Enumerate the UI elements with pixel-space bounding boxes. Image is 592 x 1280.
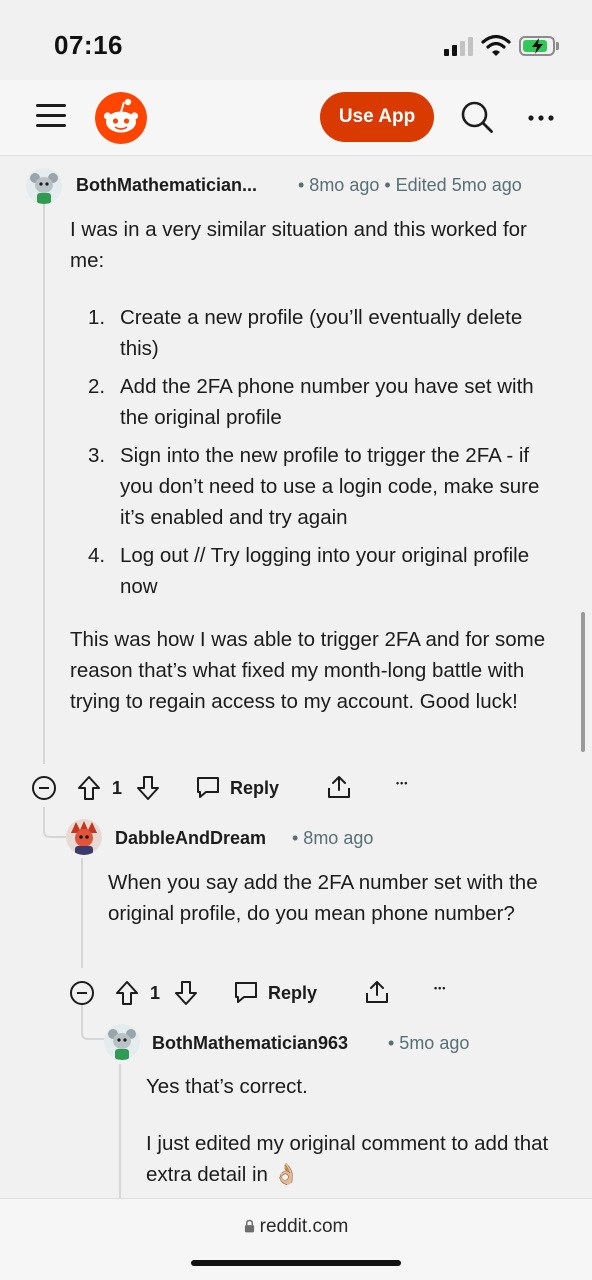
list-number: 2. xyxy=(88,375,106,398)
list-number: 3. xyxy=(88,444,106,467)
list-item: 4. Log out // Try logging into your origi… xyxy=(70,540,560,602)
comment-author[interactable]: DabbleAndDream xyxy=(115,828,266,849)
upvote-icon[interactable] xyxy=(77,775,101,801)
reply-icon[interactable] xyxy=(195,775,221,799)
user-avatar[interactable] xyxy=(104,1024,140,1060)
url-text: reddit.com xyxy=(259,1216,349,1237)
comment-meta: • 8mo ago xyxy=(292,828,374,848)
signal-icon xyxy=(444,36,476,56)
reply-button[interactable]: Reply xyxy=(268,983,317,1004)
vote-count: 1 xyxy=(112,778,123,798)
list-item: 1. Create a new profile (you’ll eventuall… xyxy=(70,302,560,364)
list-item: 2. Add the 2FA phone number you have set … xyxy=(70,371,560,433)
comment-body: When you say add the 2FA number set with… xyxy=(108,871,538,925)
comment-body: I just edited my original comment to add… xyxy=(146,1132,549,1186)
list-number: 1. xyxy=(88,306,106,329)
status-time: 07:16 xyxy=(54,30,123,60)
comment-meta: • 8mo ago • Edited 5mo ago xyxy=(298,175,522,195)
downvote-icon[interactable] xyxy=(174,980,198,1006)
collapse-icon[interactable] xyxy=(32,776,56,800)
lock-icon xyxy=(244,1219,254,1233)
comment-more-button[interactable]: ••• xyxy=(434,983,446,993)
comment-more-button[interactable]: ••• xyxy=(396,778,408,788)
url-bar[interactable]: reddit.com xyxy=(0,1216,592,1238)
use-app-button[interactable]: Use App xyxy=(320,92,434,142)
list-item-text: Log out // Try logging into your origina… xyxy=(120,544,530,598)
collapse-icon[interactable] xyxy=(70,981,94,1005)
comment-author[interactable]: BothMathematician... xyxy=(76,175,257,196)
thread-connector xyxy=(43,807,69,838)
thread-line[interactable] xyxy=(81,858,83,968)
comment-body: I was in a very similar situation and th… xyxy=(70,214,560,717)
comment-author[interactable]: BothMathematician963 xyxy=(152,1033,348,1054)
menu-icon[interactable] xyxy=(36,100,66,130)
steps-list: 1. Create a new profile (you’ll eventuall… xyxy=(70,302,560,602)
comment-intro: I was in a very similar situation and th… xyxy=(70,218,527,272)
user-avatar[interactable] xyxy=(26,168,62,204)
thread-connector xyxy=(81,1005,107,1040)
comment-outro: This was how I was able to trigger 2FA a… xyxy=(70,628,546,713)
reply-button[interactable]: Reply xyxy=(230,778,279,799)
vote-count: 1 xyxy=(150,983,161,1003)
comment-body: Yes that’s correct. xyxy=(146,1075,308,1098)
list-item-text: Sign into the new profile to trigger the… xyxy=(120,444,540,529)
reddit-logo[interactable] xyxy=(95,92,147,144)
home-indicator xyxy=(191,1260,401,1266)
user-avatar[interactable] xyxy=(66,819,102,855)
downvote-icon[interactable] xyxy=(136,775,160,801)
top-nav-bar xyxy=(0,80,592,156)
scrollbar[interactable] xyxy=(581,612,585,752)
more-options-icon[interactable] xyxy=(526,108,556,128)
browser-bottom-bar xyxy=(0,1198,592,1280)
comment-meta: • 5mo ago xyxy=(388,1033,470,1053)
reply-icon[interactable] xyxy=(233,980,259,1004)
upvote-icon[interactable] xyxy=(115,980,139,1006)
share-icon[interactable] xyxy=(326,774,352,800)
list-item-text: Create a new profile (you’ll eventually … xyxy=(120,306,523,360)
battery-cap xyxy=(556,42,559,50)
share-icon[interactable] xyxy=(364,979,390,1005)
wifi-icon xyxy=(481,34,511,56)
list-number: 4. xyxy=(88,544,106,567)
battery-icon xyxy=(519,36,555,56)
search-icon[interactable] xyxy=(460,100,494,134)
thread-line[interactable] xyxy=(119,1064,121,1198)
list-item-text: Add the 2FA phone number you have set wi… xyxy=(120,375,534,429)
list-item: 3. Sign into the new profile to trigger t… xyxy=(70,440,560,533)
thread-line[interactable] xyxy=(43,204,45,764)
